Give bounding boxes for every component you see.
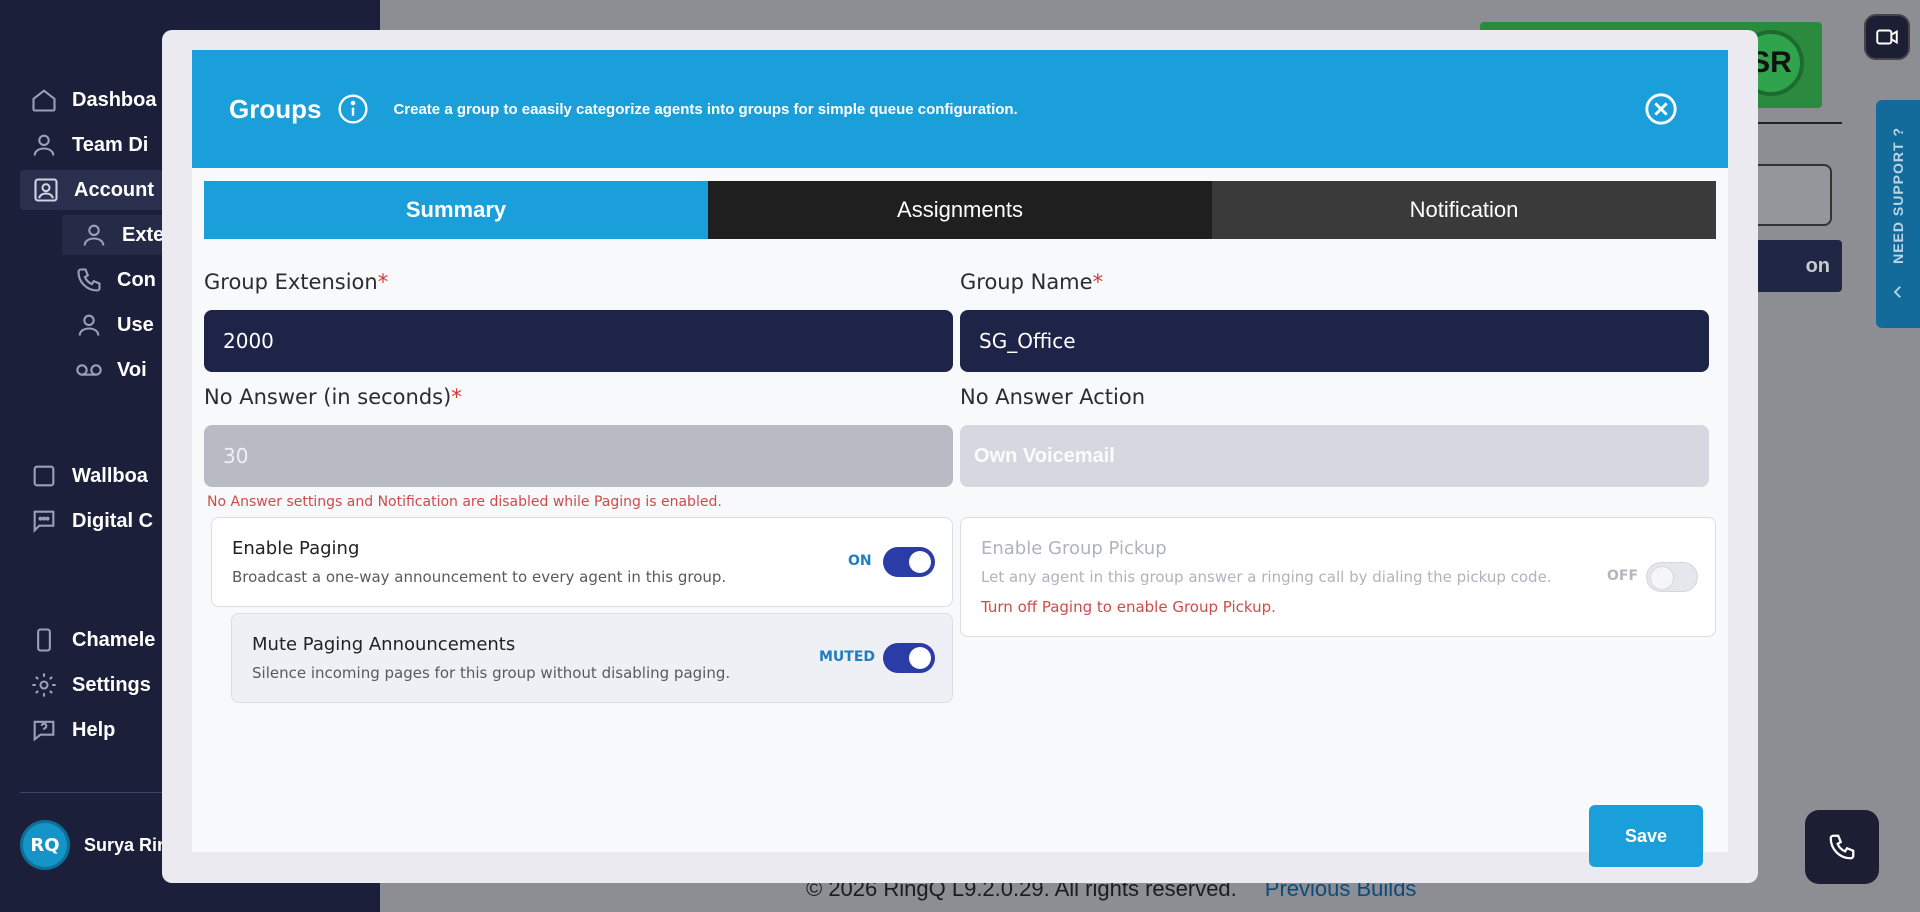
- group-pickup-state: OFF: [1607, 568, 1639, 584]
- no-answer-action-value: Own Voicemail: [974, 444, 1115, 467]
- enable-paging-desc: Broadcast a one-way announcement to ever…: [232, 568, 727, 586]
- tab-bar: Summary Assignments Notification: [204, 181, 1716, 239]
- sidebar-item-contacts[interactable]: Con: [75, 260, 156, 300]
- enable-paging-title: Enable Paging: [232, 538, 360, 559]
- need-support-tab[interactable]: NEED SUPPORT ?: [1876, 100, 1920, 328]
- user-icon: [33, 134, 55, 156]
- group-pickup-toggle: [1646, 562, 1698, 592]
- sidebar-item-settings[interactable]: Settings: [30, 665, 151, 705]
- avatar: RQ: [20, 820, 70, 870]
- user-icon: [83, 224, 105, 246]
- mute-paging-desc: Silence incoming pages for this group wi…: [252, 664, 731, 682]
- mute-paging-state: MUTED: [819, 649, 876, 665]
- user-name: Surya Rin: [84, 834, 169, 855]
- group-extension-value: 2000: [223, 329, 274, 353]
- modal-description: Create a group to eaasily categorize age…: [393, 100, 1018, 118]
- tab-summary[interactable]: Summary: [204, 181, 708, 239]
- sidebar-item-label: Help: [72, 718, 116, 741]
- group-name-label: Group Name*: [960, 270, 1103, 294]
- tab-assignments[interactable]: Assignments: [708, 181, 1212, 239]
- group-pickup-desc: Let any agent in this group answer a rin…: [981, 568, 1552, 586]
- video-call-button[interactable]: [1864, 14, 1910, 60]
- user-profile[interactable]: RQ Surya Rin: [20, 820, 168, 870]
- sidebar-item-label: Account: [74, 178, 154, 201]
- phone-device-icon: [37, 628, 51, 652]
- sidebar-item-label: Digital C: [72, 509, 154, 532]
- modal-header: Groups Create a group to eaasily categor…: [192, 50, 1728, 168]
- enable-paging-card: Enable Paging Broadcast a one-way announ…: [211, 517, 953, 607]
- group-name-value: SG_Office: [979, 329, 1076, 353]
- mute-paging-toggle[interactable]: [883, 643, 935, 673]
- enable-paging-toggle[interactable]: [883, 547, 935, 577]
- sidebar-item-users[interactable]: Use: [75, 305, 154, 345]
- required-marker: *: [377, 270, 389, 294]
- chat-icon: [33, 510, 55, 533]
- group-pickup-card: Enable Group Pickup Let any agent in thi…: [960, 517, 1716, 637]
- groups-modal: Groups Create a group to eaasily categor…: [162, 30, 1758, 883]
- required-marker: *: [1092, 270, 1104, 294]
- account-icon: [34, 178, 58, 202]
- user-icon: [78, 314, 100, 336]
- sidebar-item-label: Exte: [122, 223, 165, 246]
- tab-notification[interactable]: Notification: [1212, 181, 1716, 239]
- dialer-button[interactable]: [1805, 810, 1879, 884]
- sidebar-item-label: Use: [117, 313, 154, 336]
- mute-paging-card: Mute Paging Announcements Silence incomi…: [231, 613, 953, 703]
- no-answer-value: 30: [223, 444, 249, 468]
- sidebar-item-label: Chamele: [72, 628, 156, 651]
- phone-icon: [77, 268, 101, 292]
- close-icon[interactable]: [1644, 92, 1678, 126]
- sidebar-item-voicemail[interactable]: Voi: [75, 350, 147, 390]
- help-icon: [33, 720, 55, 742]
- sidebar-item-label: Voi: [117, 358, 147, 381]
- no-answer-action-select: Own Voicemail: [960, 425, 1709, 487]
- sidebar-item-label: Team Di: [72, 133, 149, 156]
- sidebar-item-label: Dashboa: [72, 88, 157, 111]
- no-answer-field: 30: [204, 425, 953, 487]
- sidebar-item-label: Settings: [72, 673, 151, 696]
- group-pickup-warning: Turn off Paging to enable Group Pickup.: [981, 598, 1276, 616]
- home-icon: [32, 89, 56, 112]
- modal-body: Groups Create a group to eaasily categor…: [192, 50, 1728, 867]
- group-extension-label-text: Group Extension: [204, 270, 378, 294]
- phone-icon: [1829, 834, 1855, 860]
- group-pickup-title: Enable Group Pickup: [981, 538, 1167, 559]
- group-name-label-text: Group Name: [960, 270, 1093, 294]
- modal-title: Groups: [229, 93, 322, 124]
- group-name-field[interactable]: SG_Office: [960, 310, 1709, 372]
- save-button[interactable]: Save: [1589, 805, 1703, 867]
- no-answer-action-label: No Answer Action: [960, 385, 1146, 409]
- sidebar-item-label: Wallboa: [72, 464, 148, 487]
- enable-paging-state: ON: [848, 553, 872, 569]
- sidebar-item-chameleon[interactable]: Chamele: [30, 620, 155, 660]
- voicemail-icon: [76, 364, 102, 376]
- chevron-left-icon: [1893, 286, 1901, 299]
- sidebar-item-digital[interactable]: Digital C: [30, 501, 153, 541]
- background-button-label: on: [1805, 254, 1830, 277]
- group-extension-label: Group Extension*: [204, 270, 388, 294]
- sidebar-item-help[interactable]: Help: [30, 710, 115, 750]
- sidebar-item-team[interactable]: Team Di: [30, 125, 148, 165]
- gear-icon: [32, 673, 56, 697]
- support-label: NEED SUPPORT ?: [1890, 126, 1906, 264]
- no-answer-label-text: No Answer (in seconds): [204, 385, 452, 409]
- video-icon: [1876, 29, 1898, 45]
- info-icon[interactable]: [337, 93, 369, 125]
- no-answer-label: No Answer (in seconds)*: [204, 385, 462, 409]
- mute-paging-title: Mute Paging Announcements: [252, 634, 516, 655]
- required-marker: *: [451, 385, 462, 409]
- square-icon: [33, 465, 55, 487]
- paging-warning: No Answer settings and Notification are …: [207, 494, 722, 510]
- sidebar-item-dashboard[interactable]: Dashboa: [30, 80, 156, 120]
- group-extension-field[interactable]: 2000: [204, 310, 953, 372]
- sidebar-item-wallboard[interactable]: Wallboa: [30, 456, 148, 496]
- sidebar-item-label: Con: [117, 268, 156, 291]
